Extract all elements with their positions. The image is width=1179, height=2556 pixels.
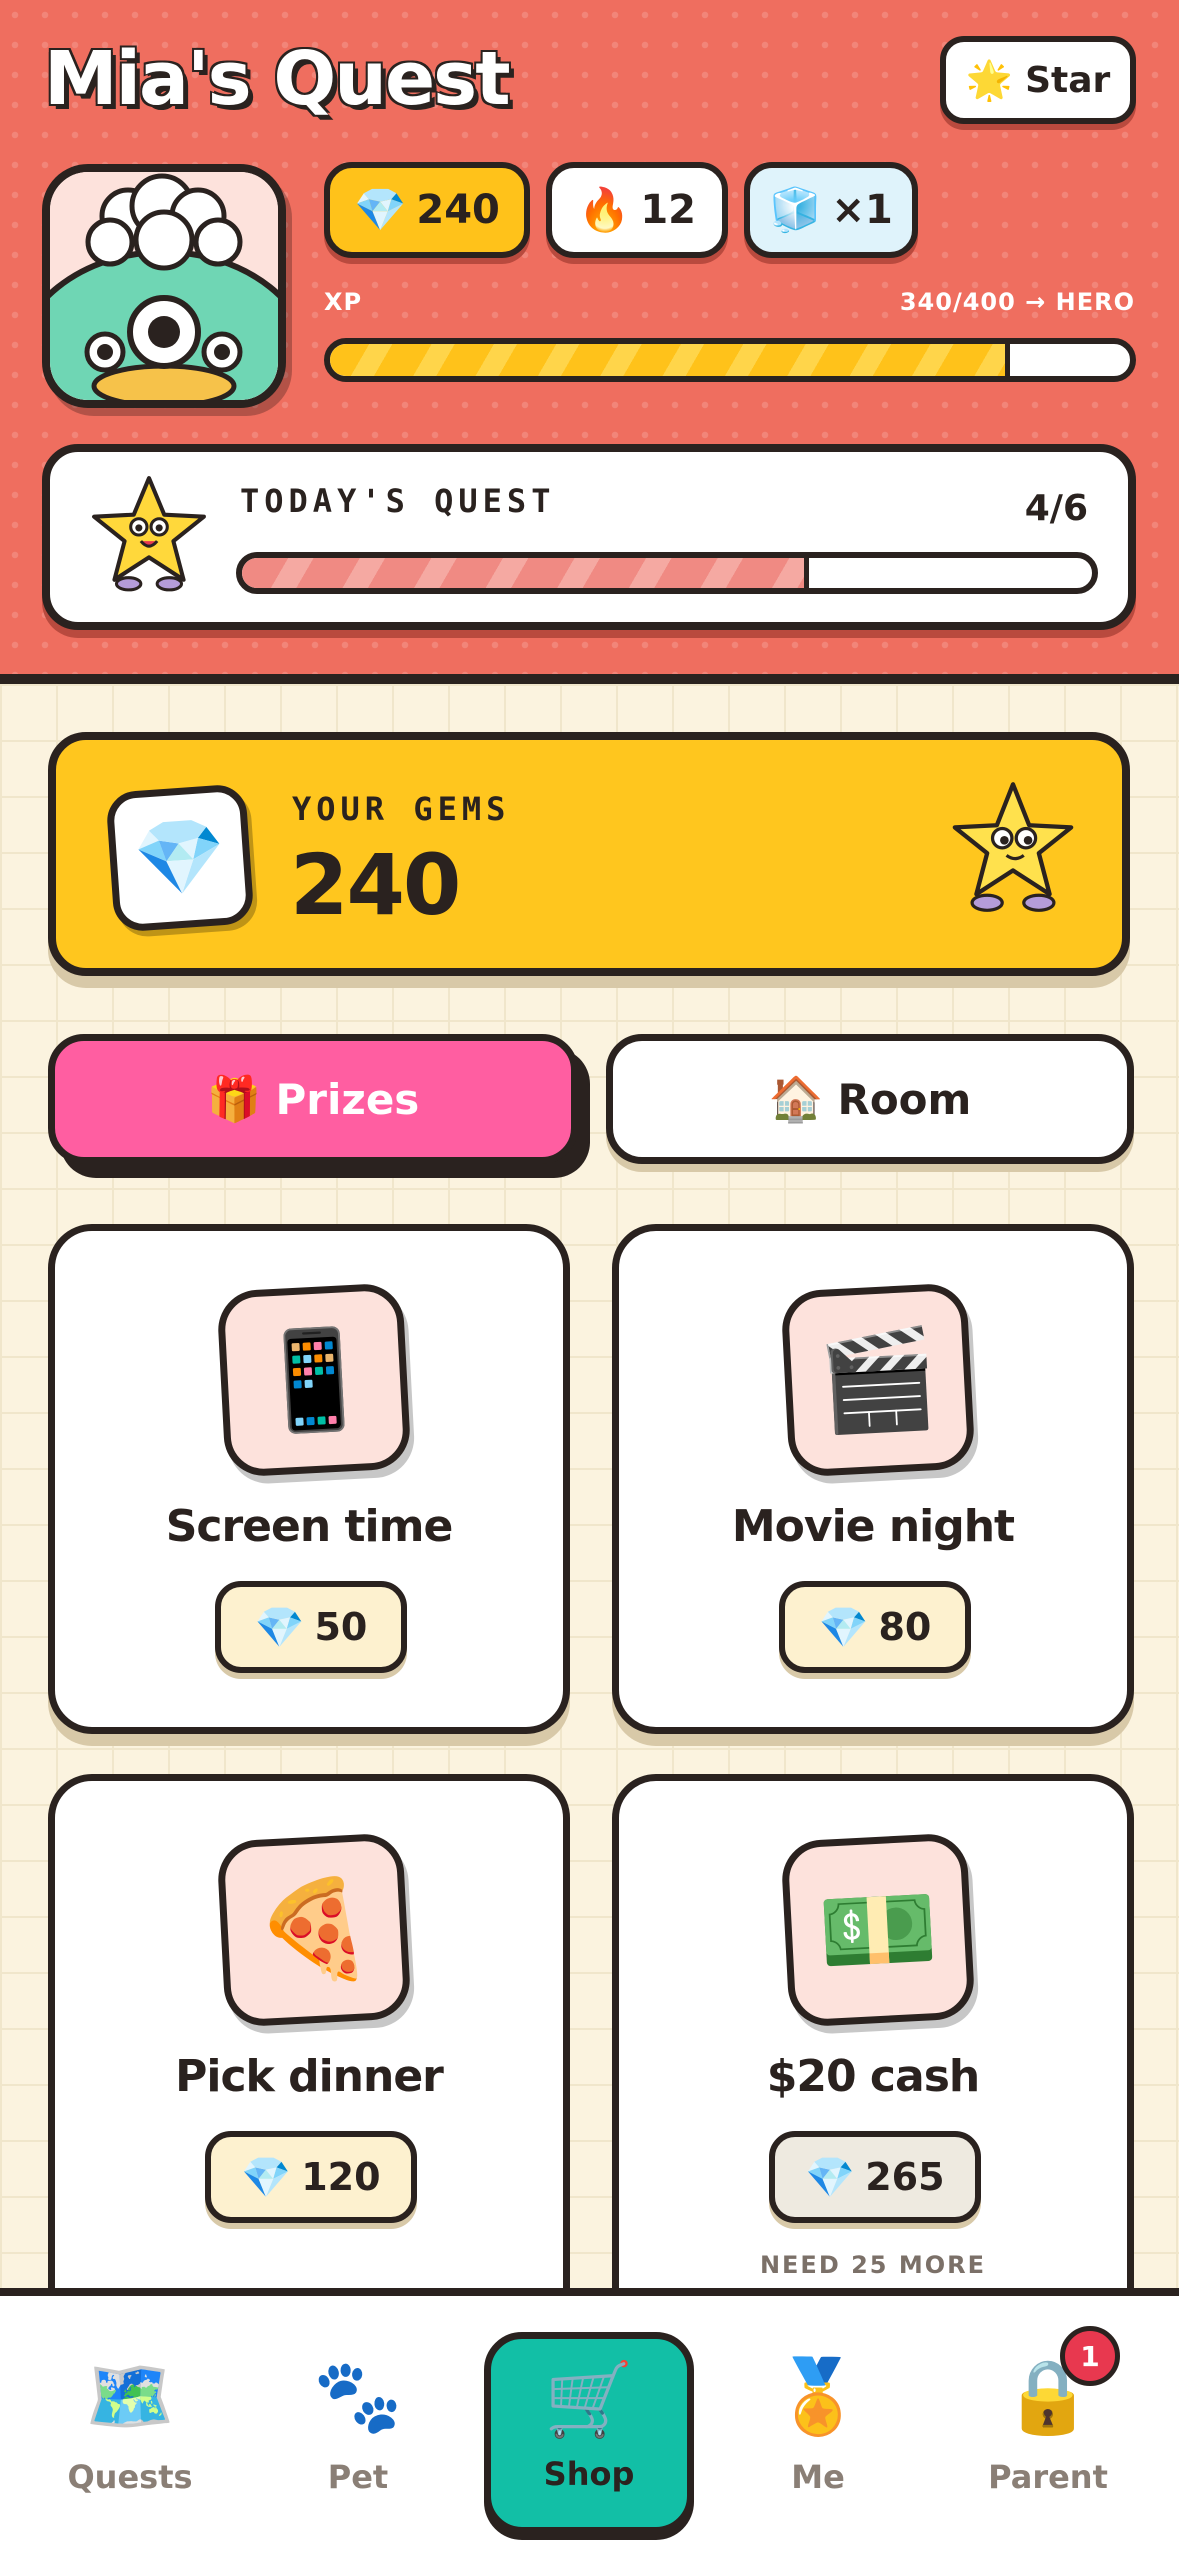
- prize-card-movie-night[interactable]: 🎬 Movie night 💎 80: [612, 1224, 1134, 1734]
- xp-progress-fill: [330, 344, 1010, 376]
- house-icon: 🏠: [768, 1074, 824, 1125]
- xp-value: 340/400 → HERO: [899, 288, 1135, 316]
- prize-price: 265: [865, 2155, 945, 2199]
- xp-label: XP: [324, 288, 363, 316]
- prize-price-button[interactable]: 💎 80: [779, 1581, 971, 1673]
- map-icon: 🗺️: [85, 2354, 175, 2438]
- nav-item-shop[interactable]: 🛒 Shop: [484, 2332, 694, 2534]
- freeze-count: ×1: [831, 187, 893, 233]
- star-mascot-icon: [92, 476, 206, 592]
- streak-count: 12: [640, 187, 696, 233]
- bottom-nav: 🗺️ Quests 🐾 Pet 🛒 Shop 🏅 Me 🔒 Parent 1: [0, 2288, 1179, 2556]
- your-gems-card: 💎 YOUR GEMS 240: [48, 732, 1130, 976]
- prize-price-button[interactable]: 💎 50: [215, 1581, 407, 1673]
- gift-icon: 🎁: [206, 1074, 262, 1125]
- nav-label: Pet: [327, 2458, 389, 2496]
- sun-star-icon: 🌟: [965, 57, 1014, 102]
- cash-icon: 💵: [780, 1832, 976, 2028]
- tab-room-label: Room: [837, 1074, 972, 1124]
- prize-card-screen-time[interactable]: 📱 Screen time 💎 50: [48, 1224, 570, 1734]
- gem-icon: 💎: [105, 783, 255, 933]
- monster-avatar-icon: [50, 172, 278, 400]
- fire-icon: 🔥: [578, 185, 631, 234]
- nav-label: Me: [791, 2458, 845, 2496]
- gem-icon: 💎: [818, 1604, 869, 1651]
- nav-label: Parent: [988, 2458, 1108, 2496]
- gem-icon: 💎: [254, 1604, 305, 1651]
- tab-room[interactable]: 🏠 Room: [606, 1034, 1134, 1164]
- gems-counter[interactable]: 💎 240: [324, 162, 530, 258]
- prize-price-button[interactable]: 💎 120: [205, 2131, 417, 2223]
- star-button-label: Star: [1025, 59, 1111, 101]
- shop-content[interactable]: 💎 YOUR GEMS 240 🎁 Prizes 🏠 Room 📱 Screen…: [0, 684, 1179, 2288]
- freeze-counter[interactable]: 🧊 ×1: [744, 162, 918, 258]
- tab-prizes-label: Prizes: [275, 1074, 420, 1124]
- xp-progress-bar: [324, 338, 1136, 382]
- prize-price: 50: [314, 1605, 368, 1649]
- gem-icon: 💎: [805, 2154, 856, 2201]
- tab-prizes[interactable]: 🎁 Prizes: [48, 1034, 578, 1164]
- streak-counter[interactable]: 🔥 12: [546, 162, 728, 258]
- nav-item-pet[interactable]: 🐾 Pet: [258, 2326, 458, 2526]
- quest-progress-fill: [242, 558, 809, 588]
- gem-icon: 💎: [354, 185, 407, 234]
- quest-label: TODAY'S QUEST: [240, 482, 556, 520]
- nav-item-me[interactable]: 🏅 Me: [718, 2326, 918, 2526]
- prize-name: Screen time: [165, 1501, 454, 1552]
- cart-icon: 🛒: [544, 2357, 634, 2441]
- prize-card-pick-dinner[interactable]: 🍕 Pick dinner 💎 120: [48, 1774, 570, 2288]
- need-more-note: NEED 25 MORE: [759, 2251, 987, 2279]
- nav-label: Shop: [543, 2455, 635, 2493]
- prize-price-button[interactable]: 💎 265: [769, 2131, 981, 2223]
- prize-price: 120: [301, 2155, 381, 2199]
- clapperboard-icon: 🎬: [780, 1282, 976, 1478]
- todays-quest-card[interactable]: TODAY'S QUEST 4/6: [42, 444, 1136, 630]
- gems-card-value: 240: [290, 836, 461, 934]
- header: Mia's Quest 🌟 Star 💎 240 🔥 12 🧊 ×1 XP 34…: [0, 0, 1179, 684]
- prize-name: Pick dinner: [175, 2051, 444, 2102]
- prize-name: $20 cash: [766, 2051, 980, 2102]
- quest-count: 4/6: [1024, 488, 1088, 529]
- nav-item-quests[interactable]: 🗺️ Quests: [30, 2326, 230, 2526]
- page-title: Mia's Quest: [44, 36, 511, 122]
- medal-icon: 🏅: [773, 2354, 863, 2438]
- prize-card-20-cash[interactable]: 💵 $20 cash 💎 265 NEED 25 MORE: [612, 1774, 1134, 2288]
- star-mascot-icon: [952, 782, 1074, 912]
- star-button[interactable]: 🌟 Star: [940, 36, 1136, 124]
- phone-icon: 📱: [216, 1282, 412, 1478]
- nav-label: Quests: [67, 2458, 193, 2496]
- quest-progress-bar: [236, 552, 1098, 594]
- prize-price: 80: [878, 1605, 932, 1649]
- avatar[interactable]: [42, 164, 286, 408]
- gems-count: 240: [416, 187, 500, 233]
- paw-icon: 🐾: [313, 2354, 403, 2438]
- prize-name: Movie night: [731, 1501, 1015, 1552]
- ice-cube-icon: 🧊: [769, 185, 822, 234]
- notification-badge: 1: [1060, 2326, 1120, 2386]
- gem-icon: 💎: [241, 2154, 292, 2201]
- pizza-icon: 🍕: [216, 1832, 412, 2028]
- gems-card-label: YOUR GEMS: [292, 790, 511, 828]
